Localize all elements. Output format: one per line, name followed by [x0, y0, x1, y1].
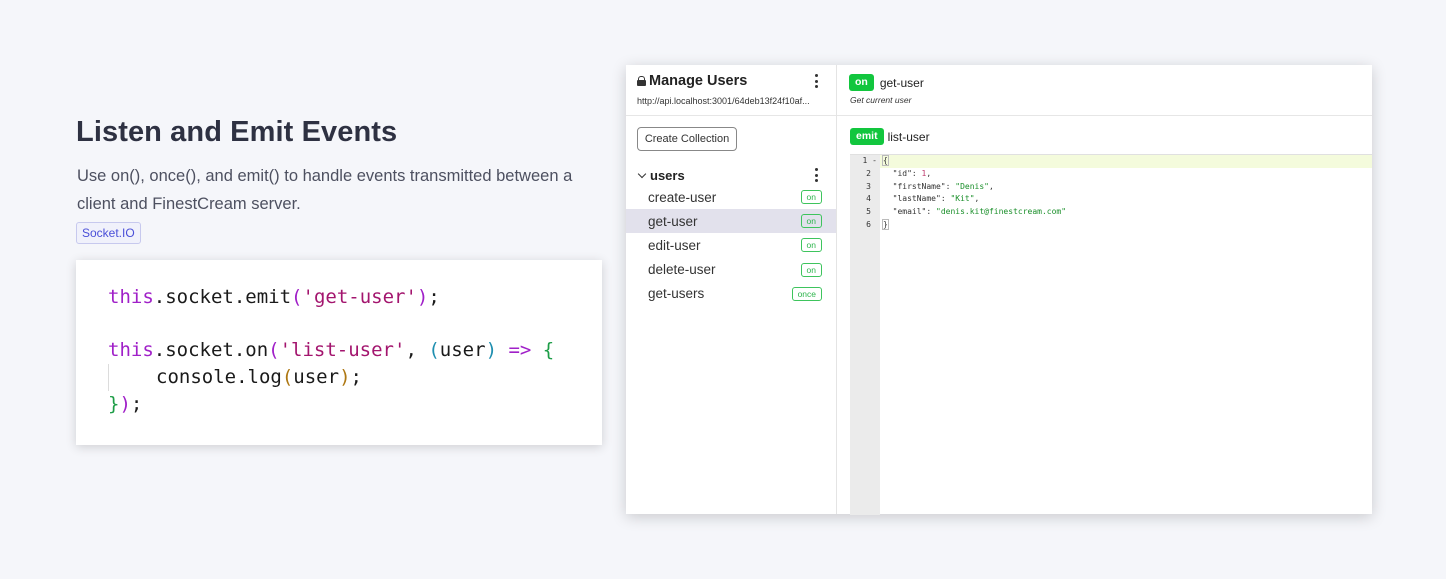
- event-list: create-user on get-user on edit-user on …: [626, 185, 836, 306]
- create-collection-button[interactable]: Create Collection: [637, 127, 737, 151]
- app-window: Manage Users http://api.localhost:3001/6…: [626, 65, 1372, 515]
- line-number: 6: [866, 219, 871, 229]
- code-line-4: });: [108, 393, 143, 415]
- editor-line: "lastName": "Kit",: [892, 194, 980, 204]
- group-header-users[interactable]: users: [637, 167, 827, 183]
- event-item-get-users[interactable]: get-users once: [626, 282, 836, 306]
- section-title: Listen and Emit Events: [76, 116, 398, 148]
- code-line-2: this.socket.on('list-user', (user) => {: [108, 339, 555, 361]
- code-line-1: this.socket.emit('get-user');: [108, 286, 440, 308]
- editor-line: }: [882, 218, 889, 230]
- event-item-create-user[interactable]: create-user on: [626, 185, 836, 209]
- description-line-1: Use on(), once(), and emit() to handle e…: [77, 167, 573, 185]
- event-label: get-user: [648, 213, 698, 229]
- event-type-pill: on: [849, 74, 874, 91]
- event-item-edit-user[interactable]: edit-user on: [626, 233, 836, 257]
- editor-line: {: [880, 155, 1372, 168]
- line-number: 5: [866, 207, 871, 217]
- collection-url: http://api.localhost:3001/64deb13f24f10a…: [637, 96, 810, 106]
- event-description: Get current user: [850, 95, 912, 105]
- collection-menu-icon[interactable]: [814, 74, 818, 88]
- event-panel: on get-user Get current user emit list-u…: [837, 65, 1372, 515]
- event-label: get-users: [648, 286, 705, 302]
- emit-row: emit list-user: [850, 128, 930, 145]
- group-menu-icon[interactable]: [814, 168, 818, 182]
- sidebar: Manage Users http://api.localhost:3001/6…: [626, 65, 837, 514]
- editor-line: "email": "denis.kit@finestcream.com": [892, 207, 1067, 217]
- event-label: delete-user: [648, 262, 716, 278]
- code-line-3: console.log(user);: [108, 364, 554, 391]
- line-number-gutter: 1 - 2 3 4 5 6: [850, 155, 880, 515]
- event-item-get-user[interactable]: get-user on: [626, 209, 836, 234]
- description-line-2: client and FinestCream server.: [77, 195, 301, 213]
- editor-line: "firstName": "Denis",: [892, 181, 994, 191]
- chevron-down-icon: [637, 169, 647, 178]
- code-sample: this.socket.emit('get-user'); this.socket…: [108, 284, 554, 418]
- line-number: 4: [866, 194, 871, 204]
- line-number: 3: [866, 181, 871, 191]
- intro-section: Listen and Emit Events Use on(), once(),…: [76, 116, 606, 244]
- event-item-delete-user[interactable]: delete-user on: [626, 258, 836, 282]
- collection-header: Manage Users http://api.localhost:3001/6…: [626, 65, 836, 116]
- event-type-badge: on: [800, 190, 822, 205]
- event-type-badge: on: [800, 238, 822, 253]
- event-label: create-user: [648, 189, 717, 205]
- json-editor[interactable]: 1 - 2 3 4 5 6 { "id": 1, "firstName": "D…: [850, 154, 1372, 515]
- emit-event-name: list-user: [887, 129, 930, 144]
- group-label: users: [650, 167, 685, 183]
- event-type-badge: on: [800, 262, 822, 277]
- event-header: on get-user Get current user: [837, 65, 1372, 116]
- event-type-badge: once: [791, 286, 822, 301]
- collection-title: Manage Users: [649, 73, 748, 89]
- section-description: Use on(), once(), and emit() to handle e…: [77, 162, 606, 218]
- lock-icon: [637, 76, 646, 86]
- event-type-badge: on: [800, 214, 822, 229]
- line-number[interactable]: 1 -: [850, 155, 880, 168]
- event-label: edit-user: [648, 237, 701, 253]
- line-number: 2: [866, 168, 871, 178]
- editor-content[interactable]: { "id": 1, "firstName": "Denis", "lastNa…: [880, 155, 1372, 232]
- event-name: get-user: [879, 75, 924, 90]
- socketio-tag[interactable]: Socket.IO: [76, 222, 141, 244]
- code-sample-card: this.socket.emit('get-user'); this.socket…: [76, 260, 602, 445]
- emit-type-pill: emit: [850, 128, 884, 145]
- editor-line: "id": 1,: [892, 168, 932, 178]
